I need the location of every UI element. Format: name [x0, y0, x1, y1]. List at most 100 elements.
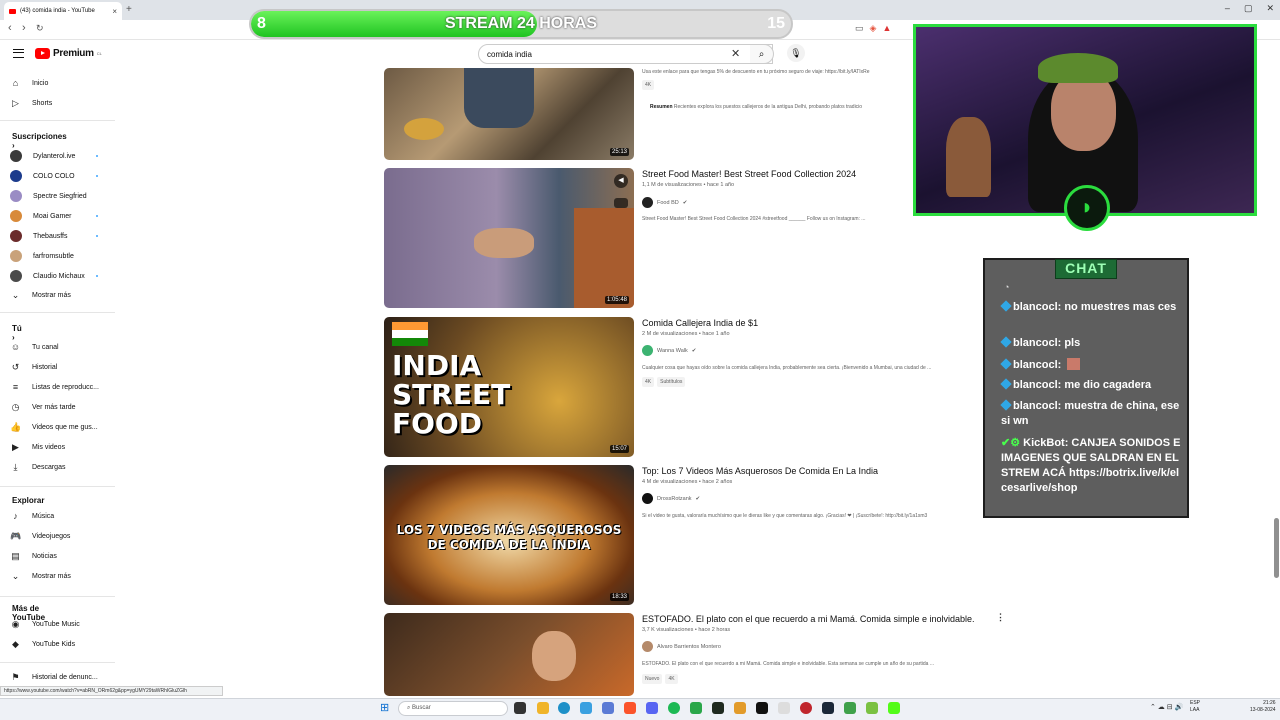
sidebar-item[interactable]: 👍 Videos que me gus... [10, 422, 98, 433]
video-duration: 18:33 [609, 593, 629, 601]
app-icon[interactable] [712, 702, 724, 714]
app-icon[interactable] [734, 702, 746, 714]
video-thumbnail[interactable] [384, 613, 634, 696]
clear-search-icon[interactable]: ✕ [731, 47, 740, 60]
sidebar-item[interactable]: Spectre Siegfried [10, 190, 87, 202]
video-thumbnail[interactable]: INDIA STREET FOOD 15:07 [384, 317, 634, 457]
language-indicator[interactable]: ESP LAA [1190, 700, 1200, 714]
sidebar-icon: ⌄ [11, 290, 20, 300]
extension-icon[interactable]: ▲ [882, 23, 891, 34]
sidebar-item[interactable]: farfromsubtle [10, 250, 74, 262]
obs-icon[interactable] [800, 702, 812, 714]
edge-icon[interactable] [558, 702, 570, 714]
app-icon[interactable] [756, 702, 768, 714]
taskbar-clock[interactable]: 21:26 13-08-2024 [1250, 700, 1276, 714]
sidebar-item[interactable]: ▷ Shorts [10, 98, 52, 109]
channel-link[interactable]: Food BD ✔ [642, 197, 687, 208]
mute-icon[interactable]: ◀ [614, 174, 628, 188]
sidebar-item[interactable]: ⚑ Historial de denunc... [10, 672, 97, 683]
sidebar-item[interactable]: ≡ Listas de reproducc... [10, 382, 99, 393]
brave-shield-icon[interactable]: ◈ [870, 23, 877, 34]
sidebar-section-heading[interactable]: Tú › [12, 324, 22, 342]
sidebar-item[interactable]: ▶ Mis videos [10, 442, 65, 453]
sidebar-item[interactable]: ◆ YouTube Kids [10, 639, 75, 650]
maximize-button[interactable]: ▢ [1244, 3, 1253, 14]
more-actions-icon[interactable]: ⋮ [996, 612, 1005, 623]
tab-close-icon[interactable]: × [112, 7, 117, 16]
video-thumbnail[interactable]: ◀ 1:05:48 [384, 168, 634, 308]
sidebar-item-label: Descargas [32, 464, 66, 471]
sidebar-item[interactable]: 🎮 Videojuegos [10, 531, 70, 542]
task-view-icon[interactable] [514, 702, 526, 714]
live-dot [96, 155, 98, 157]
captions-icon[interactable] [614, 198, 628, 208]
browser-tab[interactable]: (43) comida india - YouTube × [4, 2, 122, 20]
forward-button[interactable]: › [22, 22, 26, 34]
search-input[interactable]: comida india [478, 44, 773, 64]
sidebar-item-label: Spectre Siegfried [33, 192, 87, 200]
search-button[interactable]: ⌕ [750, 44, 774, 64]
app-icon[interactable] [690, 702, 702, 714]
sidebar-item[interactable]: ⌄ Mostrar más [10, 290, 71, 301]
video-description: Street Food Master! Best Street Food Col… [642, 216, 866, 222]
taskbar-search[interactable]: ⌕ Buscar [398, 701, 508, 716]
sidebar-item[interactable]: ↺ Historial [10, 362, 58, 373]
video-title[interactable]: ESTOFADO. El plato con el que recuerdo a… [642, 614, 975, 624]
back-button[interactable]: ‹ [8, 22, 12, 34]
video-thumbnail[interactable]: 25:13 [384, 68, 634, 160]
extension-icon[interactable]: ▭ [855, 23, 864, 34]
channel-link[interactable]: Wanna Walk ✔ [642, 345, 696, 356]
sidebar-item[interactable]: ⤓ Descargas [10, 462, 66, 473]
sidebar-icon: ▤ [11, 551, 20, 561]
voice-search-icon[interactable]: 🎙 [787, 44, 805, 62]
kick-icon[interactable] [888, 702, 900, 714]
sidebar-item[interactable]: ⌂ Inicio [10, 78, 49, 89]
new-tab-button[interactable]: + [126, 4, 132, 15]
page-scrollbar[interactable] [1274, 518, 1279, 578]
sidebar-item[interactable]: ◉ YouTube Music [10, 619, 80, 630]
sidebar-item[interactable]: Thebausffs [10, 230, 68, 242]
sidebar-section-heading[interactable]: Explorar [12, 496, 44, 505]
close-window-button[interactable]: ✕ [1266, 3, 1274, 14]
sidebar-section-heading[interactable]: Suscripciones › [12, 132, 67, 150]
file-explorer-icon[interactable] [537, 702, 549, 714]
youtube-premium-logo[interactable]: Premium CL [35, 48, 102, 59]
badge-subtitles: Subtítulos [657, 377, 686, 387]
sidebar-item[interactable]: ☺ Tu canal [10, 342, 59, 353]
reload-button[interactable]: ↻ [36, 23, 44, 34]
app-icon[interactable] [844, 702, 856, 714]
app-icon[interactable] [866, 702, 878, 714]
steam-icon[interactable] [822, 702, 834, 714]
minimize-button[interactable]: – [1225, 3, 1230, 14]
thumbnail-food [574, 208, 634, 308]
video-title[interactable]: Top: Los 7 Videos Más Asquerosos De Comi… [642, 466, 878, 476]
system-tray-icons[interactable]: ⌃ ☁ ⊟ 🔊 [1150, 703, 1183, 711]
video-badges: Nuevo 4K [642, 674, 678, 684]
country-code: CL [96, 51, 102, 56]
channel-link[interactable]: DrossRotzank ✔ [642, 493, 700, 504]
hamburger-menu-icon[interactable] [13, 49, 24, 58]
sidebar-icon: ☺ [10, 342, 21, 352]
app-icon[interactable] [580, 702, 592, 714]
channel-link[interactable]: Alvaro Barrientos Montero [642, 641, 721, 652]
windows-start-icon[interactable]: ⊞ [380, 702, 389, 714]
sidebar-item-label: Claudio Michaux [33, 272, 85, 280]
sidebar-item[interactable]: ⌄ Mostrar más [10, 571, 71, 582]
video-title[interactable]: Comida Callejera India de $1 [642, 318, 758, 328]
video-title[interactable]: Street Food Master! Best Street Food Col… [642, 169, 856, 179]
sidebar-item[interactable]: Dylanterol.ive [10, 150, 75, 162]
sidebar-item[interactable]: Claudio Michaux [10, 270, 85, 282]
app-icon[interactable] [778, 702, 790, 714]
spotify-icon[interactable] [668, 702, 680, 714]
sidebar-item[interactable]: ▤ Noticias [10, 551, 57, 562]
sidebar-item[interactable]: Moai Gamer [10, 210, 72, 222]
sidebar-item[interactable]: ◷ Ver más tarde [10, 402, 76, 413]
brave-icon[interactable] [624, 702, 636, 714]
video-duration: 15:07 [609, 445, 629, 453]
app-icon[interactable] [602, 702, 614, 714]
discord-icon[interactable] [646, 702, 658, 714]
sidebar-item[interactable]: COLO COLO [10, 170, 75, 182]
sidebar-item[interactable]: ♪ Música [10, 511, 54, 522]
badge-4k: 4K [665, 674, 678, 684]
video-thumbnail[interactable]: LOS 7 VIDEOS MÁS ASQUEROSOS DE COMIDA DE… [384, 465, 634, 605]
